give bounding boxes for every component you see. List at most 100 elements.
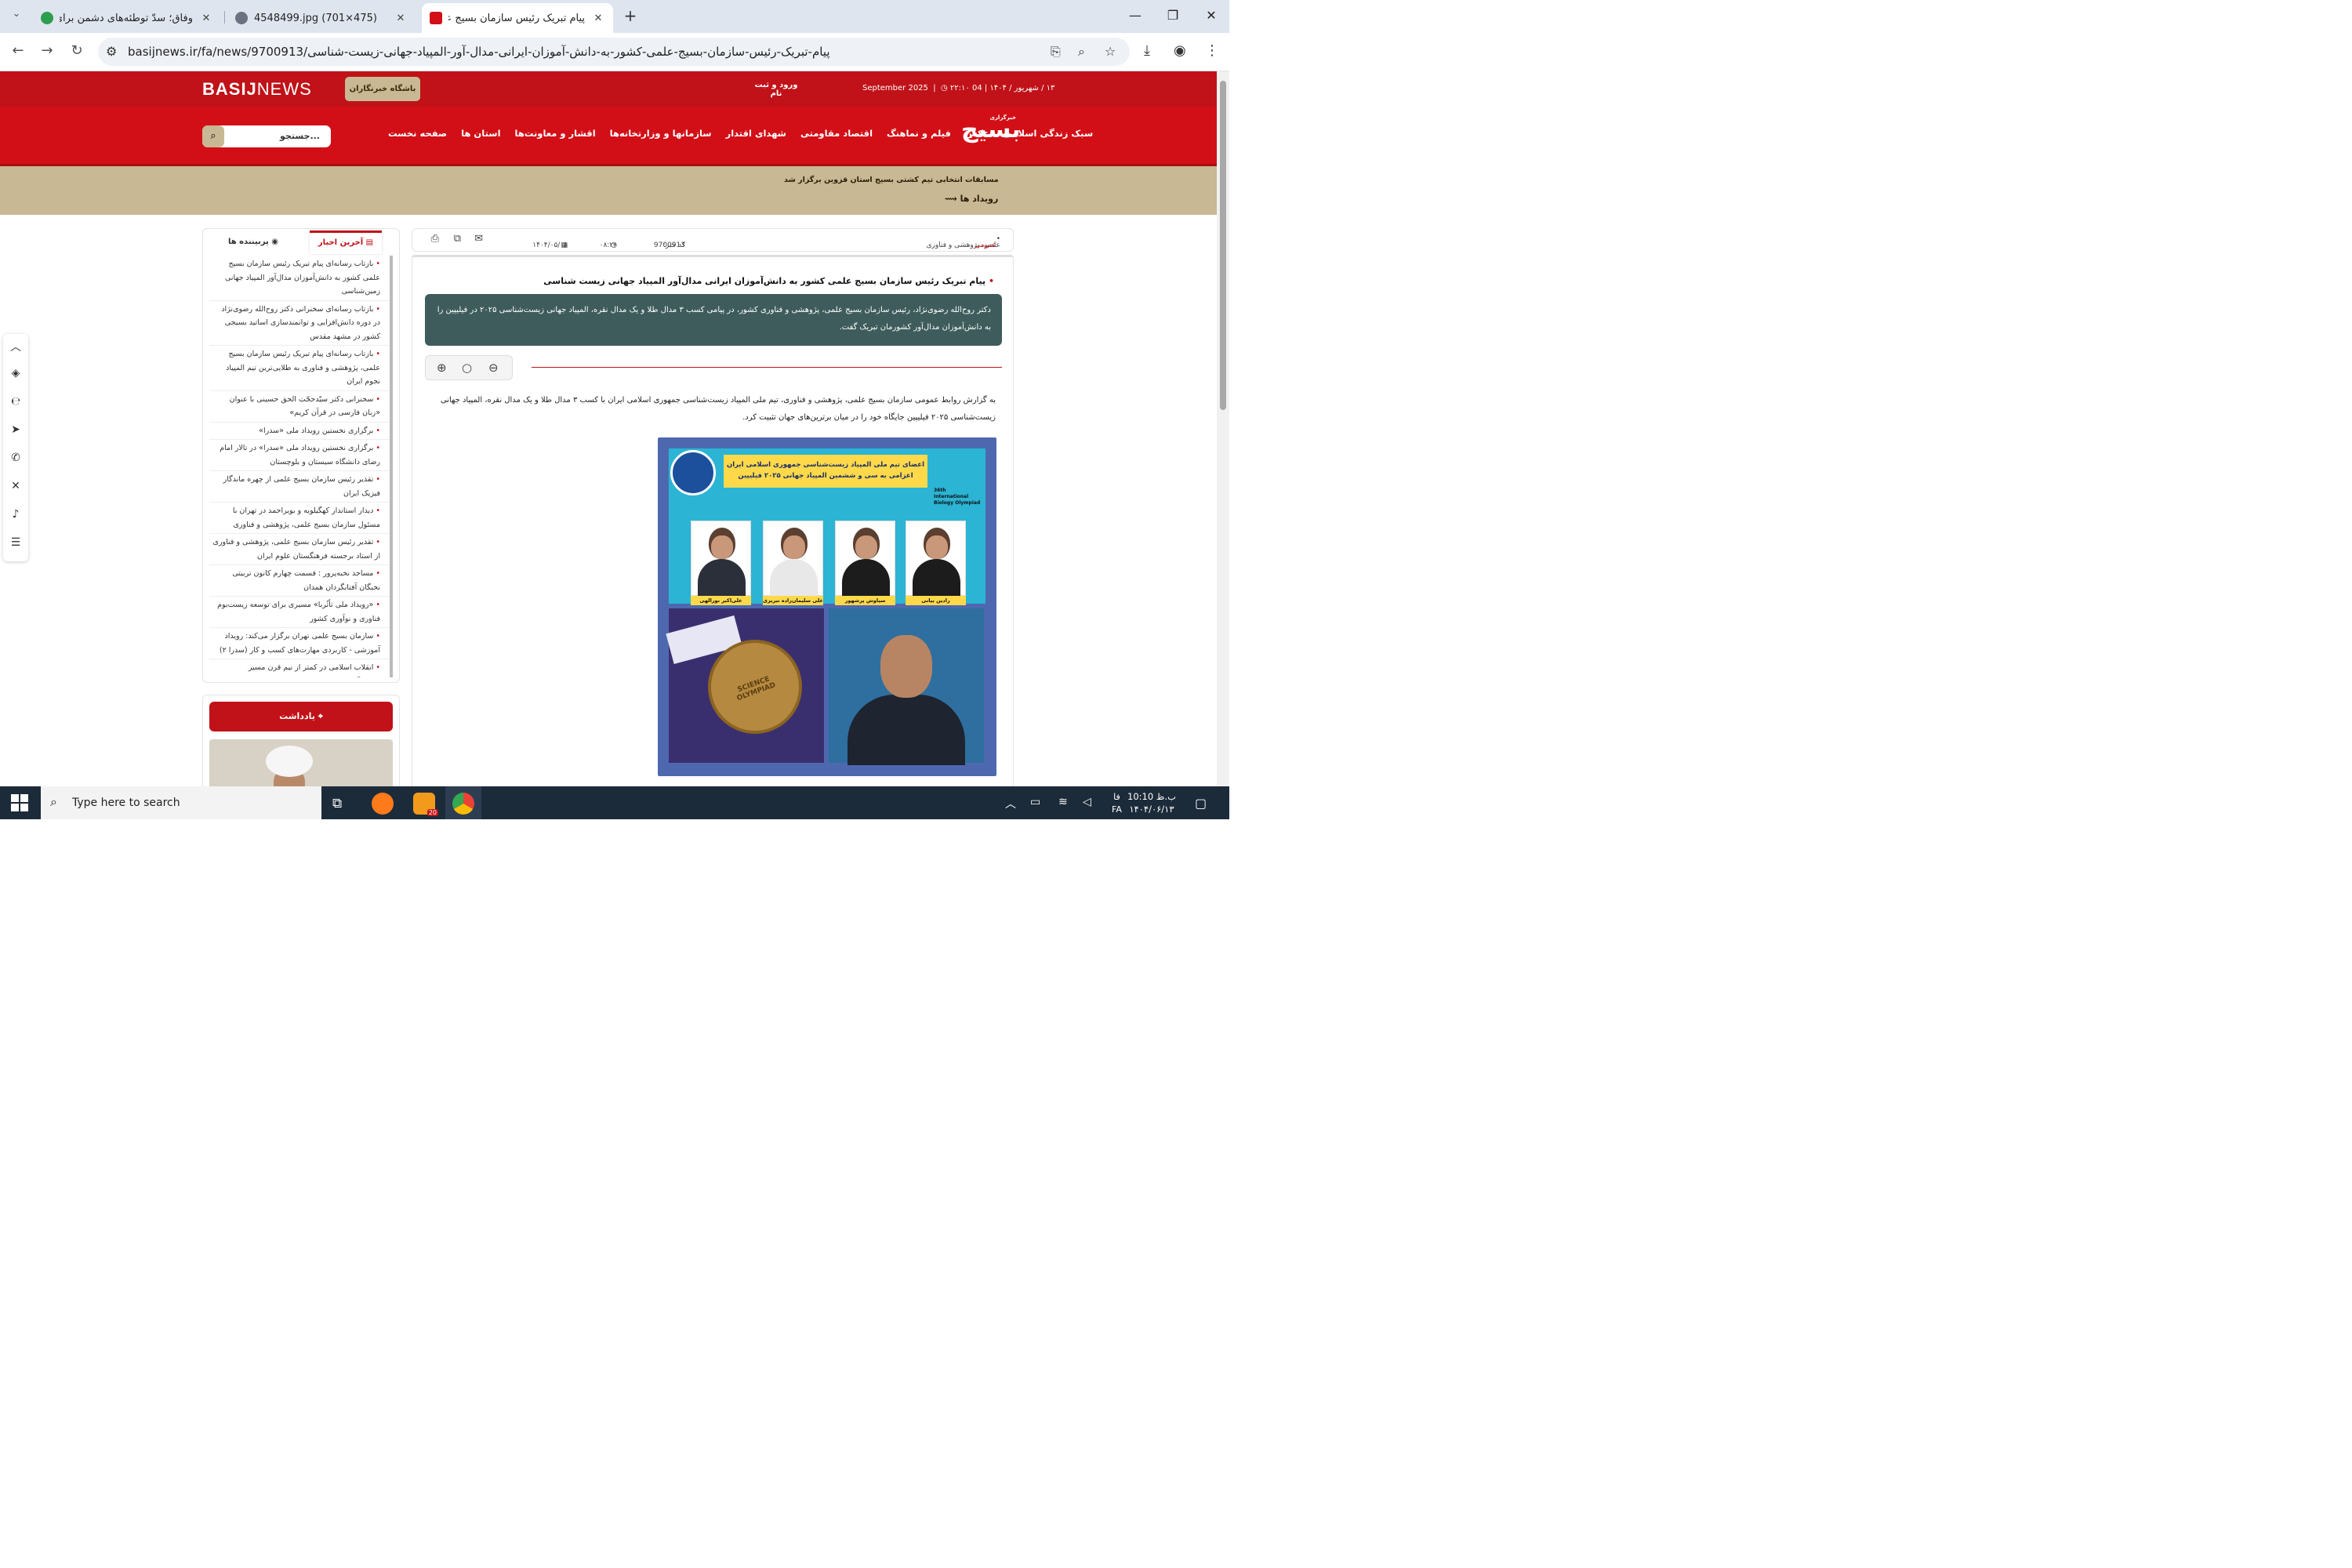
tab-most-viewed[interactable]: پربیننده ها ◉ <box>222 230 285 254</box>
rss-icon[interactable]: ☰ <box>3 536 28 549</box>
chevron-up-icon[interactable]: ︿ <box>3 339 28 354</box>
zoom-out-icon[interactable]: ⊖ <box>488 361 499 375</box>
zoom-reset-icon[interactable]: ○ <box>462 361 472 375</box>
list-item[interactable]: دیدار استاندار کهگیلویه و بویراحمد در ته… <box>209 503 390 534</box>
notes-author-image[interactable] <box>209 739 393 786</box>
taskbar-search-box[interactable]: ⌕ Type here to search <box>41 786 321 819</box>
list-item[interactable]: برگزاری نخستین رویداد ملی «سدرا» در تالا… <box>209 440 390 471</box>
reload-button[interactable]: ↻ <box>67 42 87 59</box>
medal-icon: SCIENCE OLYMPIAD <box>708 640 802 734</box>
copy-link-icon[interactable]: ⧉ <box>454 233 461 245</box>
app-icon[interactable]: 20 <box>413 793 438 816</box>
chrome-active-slot[interactable] <box>445 786 481 819</box>
menu-item-home[interactable]: صفحه نخست <box>388 128 447 139</box>
menu-item-martyrs[interactable]: شهدای اقتدار <box>726 128 786 139</box>
print-icon[interactable]: ⎙ <box>431 233 439 245</box>
latest-news-list: بازتاب رسانه‌ای پیام تبریک رئیس سازمان ب… <box>209 256 393 677</box>
bookmark-star-icon[interactable]: ☆ <box>1105 44 1116 59</box>
chevron-up-icon[interactable]: ︿ <box>1005 796 1016 811</box>
list-item[interactable]: انقلاب اسلامی در کمتر از نیم قرن مسیر مع… <box>209 659 390 677</box>
zoom-icon[interactable]: ⌕ <box>1078 44 1085 60</box>
close-tab-icon[interactable]: ✕ <box>591 13 605 24</box>
site-search-box[interactable]: جستجو... ⌕ <box>202 125 331 147</box>
menu-item-strata[interactable]: اقشار و معاونت‌ها <box>515 128 596 139</box>
close-tab-icon[interactable]: ✕ <box>394 13 408 24</box>
text-zoom-controls: ⊕ ○ ⊖ <box>425 355 513 380</box>
volume-icon[interactable]: ◁ <box>1083 796 1091 808</box>
system-clock[interactable]: 10:10 ب.ظ ۱۴۰۴/۰۶/۱۳ <box>1127 790 1176 815</box>
login-register-link[interactable]: ورود و ثبت نام <box>753 81 800 98</box>
new-tab-button[interactable]: + <box>621 7 640 26</box>
zoom-in-icon[interactable]: ⊕ <box>437 361 447 375</box>
menu-item-economy[interactable]: اقتصاد مقاومتی <box>800 128 873 139</box>
breadcrumb-category[interactable]: علمی، پژوهشی و فناوری • عمومی <box>927 235 1000 249</box>
basij-brand-logo[interactable]: خبرگزاری بسیج <box>961 114 1021 155</box>
list-item[interactable]: بازتاب رسانه‌ای پیام تبریک رئیس سازمان ب… <box>209 256 390 301</box>
list-item[interactable]: برگزاری نخستین رویداد ملی «سدرا» <box>209 423 390 440</box>
tab-active-article[interactable]: پیام تبریک رئیس سازمان بسیج علم ✕ <box>422 3 613 33</box>
tab-latest-news[interactable]: آخرین اخبار ▤ <box>310 230 382 254</box>
notifications-icon[interactable]: ▢ <box>1195 796 1207 811</box>
poster-banner: اعضای تیم ملی المپیاد زیست‌شناسی جمهوری … <box>724 455 927 488</box>
search-icon: ⌕ <box>50 794 57 809</box>
download-icon[interactable]: ⤓ <box>1144 42 1150 59</box>
article-image[interactable]: اعضای تیم ملی المپیاد زیست‌شناسی جمهوری … <box>658 437 996 776</box>
scroll-thumb[interactable] <box>1220 81 1226 410</box>
close-window-button[interactable]: ✕ <box>1200 8 1223 23</box>
menu-item-provinces[interactable]: استان ها <box>461 128 500 139</box>
search-input[interactable]: جستجو... <box>280 131 320 141</box>
restore-button[interactable]: ❐ <box>1161 8 1185 23</box>
main-navigation: جستجو... ⌕ صفحه نخست استان ها اقشار و مع… <box>0 107 1217 166</box>
list-item[interactable]: تقدیر رئیس سازمان بسیج علمی از چهره ماند… <box>209 471 390 503</box>
windows-start-icon[interactable] <box>11 794 28 811</box>
whatsapp-icon[interactable]: ✆ <box>3 452 28 464</box>
battery-icon[interactable]: ▭ <box>1030 796 1040 808</box>
list-item[interactable]: مساجد نخبه‌پرور : قسمت چهارم کانون تربیت… <box>209 565 390 597</box>
sidebar-tabs: آخرین اخبار ▤ پربیننده ها ◉ <box>203 229 399 254</box>
microphone-icon[interactable]: ♪ <box>3 508 28 521</box>
tab-image[interactable]: 4548499.jpg (701×475) ✕ <box>227 3 416 33</box>
chrome-icon <box>452 793 474 815</box>
eitaa-icon[interactable]: ℮ <box>3 395 28 408</box>
cube-share-icon[interactable]: ◈ <box>3 367 28 379</box>
ibo-logo: 36th International Biology Olympiad <box>934 488 981 506</box>
list-item[interactable]: سخنرانی دکتر سیّدحجّت الحق حسینی با عنوا… <box>209 391 390 423</box>
basij-favicon-icon <box>430 12 442 24</box>
list-item[interactable]: بازتاب رسانه‌ای سخنرانی دکتر روح‌الله رض… <box>209 301 390 346</box>
ticker-headline[interactable]: مسابقات انتخابی تیم کشتی بسیج استان قزوی… <box>784 176 999 184</box>
task-view-icon[interactable]: ⧉ <box>332 796 342 811</box>
url-text[interactable]: basijnews.ir/fa/news/9700913/پیام-تبریک-… <box>128 45 830 59</box>
menu-kebab-icon[interactable]: ⋮ <box>1205 42 1219 59</box>
list-item[interactable]: بازتاب رسانه‌ای پیام تبریک رئیس سازمان ب… <box>209 346 390 391</box>
x-icon[interactable]: ✕ <box>3 480 28 492</box>
reporters-club-button[interactable]: باشگاه خبرنگاران <box>345 77 420 101</box>
list-item[interactable]: «رویداد ملی تأثُربا» مسیری برای توسعه زی… <box>209 597 390 628</box>
tab-vefagh[interactable]: وفاق؛ سدّ توطئه‌های دشمن برای ✕ <box>33 3 221 33</box>
address-bar[interactable]: ⚙ basijnews.ir/fa/news/9700913/پیام-تبری… <box>98 38 1130 66</box>
profile-icon[interactable]: ◉ <box>1174 42 1186 59</box>
news-ticker-bar: مسابقات انتخابی تیم کشتی بسیج استان قزوی… <box>0 166 1217 215</box>
basij-news-logo[interactable]: BASIJNEWS <box>202 79 312 100</box>
email-icon[interactable]: ✉ <box>474 233 483 245</box>
official-portrait <box>829 608 984 765</box>
events-label[interactable]: رویداد ها ⟿ <box>945 194 998 204</box>
close-tab-icon[interactable]: ✕ <box>199 13 213 24</box>
site-info-icon[interactable]: ⚙ <box>106 44 117 59</box>
wifi-icon[interactable]: ≋ <box>1058 796 1068 808</box>
notes-header-button[interactable]: یادداشت ⌖ <box>209 702 393 731</box>
language-indicator[interactable]: فا FA <box>1112 791 1122 816</box>
minimize-button[interactable]: — <box>1123 8 1147 23</box>
firefox-icon[interactable] <box>372 793 394 815</box>
page-scrollbar[interactable] <box>1217 71 1229 786</box>
back-button[interactable]: ← <box>8 42 28 59</box>
menu-item-video[interactable]: فیلم و نماهنگ <box>887 128 951 139</box>
tab-search-button[interactable]: ⌄ <box>6 8 27 20</box>
menu-item-organizations[interactable]: سازمانها و وزارتخانه‌ها <box>610 128 712 139</box>
article-headline: پیام تبریک رئیس سازمان بسیج علمی کشور به… <box>543 276 994 286</box>
telegram-icon[interactable]: ➤ <box>3 423 28 436</box>
forward-button[interactable]: → <box>37 42 57 59</box>
translate-icon[interactable]: ⎘ <box>1051 44 1061 60</box>
list-item[interactable]: تقدیر رئیس سازمان بسیج علمی، پژوهشی و فن… <box>209 534 390 565</box>
search-icon[interactable]: ⌕ <box>202 125 224 147</box>
list-item[interactable]: سازمان بسیج علمی تهران برگزار می‌کند: رو… <box>209 628 390 659</box>
